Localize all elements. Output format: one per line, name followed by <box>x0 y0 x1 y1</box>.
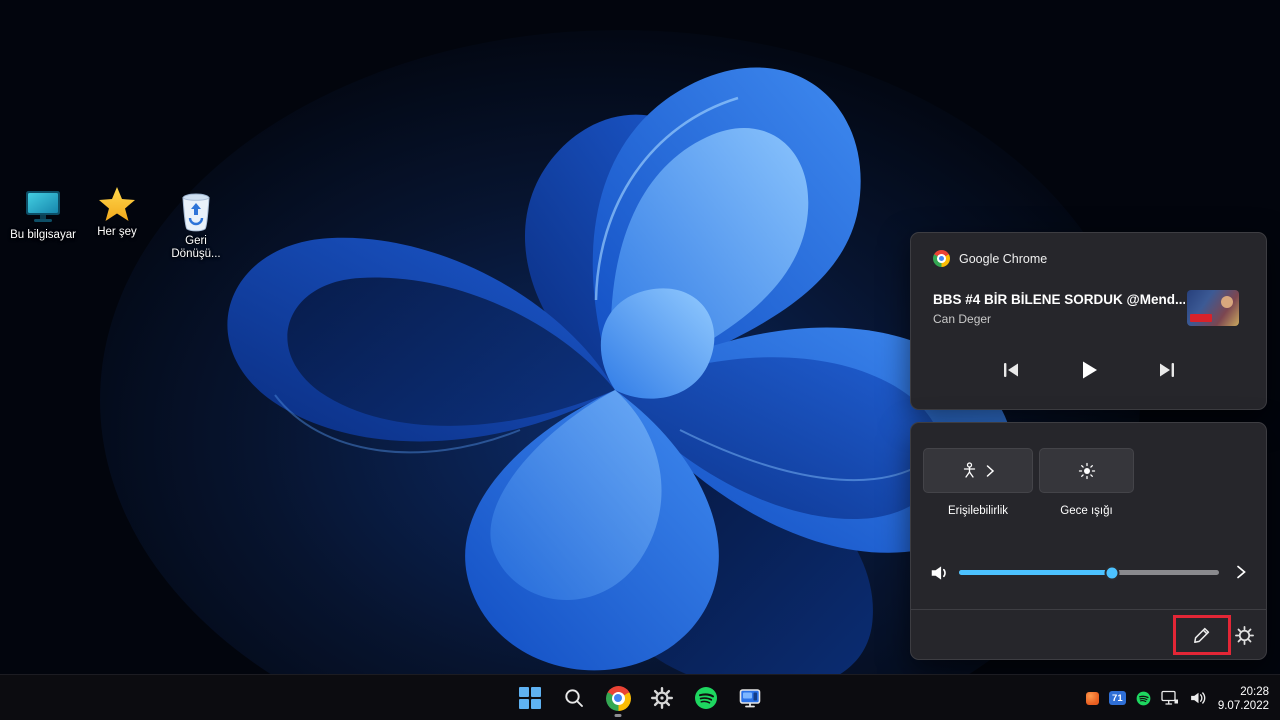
highlight-box <box>1173 615 1231 655</box>
taskbar-center <box>510 678 770 718</box>
start-logo-square <box>519 687 529 697</box>
play-icon <box>1082 361 1097 379</box>
running-indicator <box>614 714 622 717</box>
chevron-right-icon <box>986 464 995 477</box>
divider <box>911 609 1266 610</box>
chrome-taskbar-button[interactable] <box>598 678 638 718</box>
audio-output-chevron[interactable] <box>1232 562 1250 582</box>
screen-capture-taskbar-button[interactable] <box>730 678 770 718</box>
quick-settings-panel: Erişilebilirlik Gece ışığı <box>910 422 1267 660</box>
chevron-right-icon <box>1237 565 1246 579</box>
start-logo-square <box>531 687 541 697</box>
accessibility-label: Erişilebilirlik <box>947 505 1009 517</box>
accessibility-tile[interactable] <box>923 448 1033 493</box>
tray-date: 9.07.2022 <box>1217 700 1269 712</box>
volume-tray-button[interactable] <box>1184 681 1212 715</box>
media-controls <box>911 353 1266 387</box>
media-flyout: Google Chrome BBS #4 BİR BİLENE SORDUK @… <box>910 232 1267 410</box>
desktop-icon-label: Bu bilgisayar <box>10 229 76 241</box>
network-icon <box>1161 690 1178 705</box>
desktop-icon-label: Her şey <box>97 226 137 238</box>
media-thumbnail[interactable] <box>1187 290 1239 326</box>
volume-slider-thumb[interactable] <box>1104 565 1120 580</box>
taskbar: 71 20:28 9.07.2022 <box>0 674 1280 720</box>
spotify-taskbar-button[interactable] <box>686 678 726 718</box>
system-tray: 71 20:28 9.07.2022 <box>1081 675 1278 720</box>
next-track-button[interactable] <box>1149 353 1185 387</box>
start-button[interactable] <box>510 678 550 718</box>
thumbnail-decor <box>1221 296 1233 308</box>
search-button[interactable] <box>554 678 594 718</box>
previous-track-button[interactable] <box>993 353 1029 387</box>
recycle-bin-icon <box>182 193 210 232</box>
media-title: BBS #4 BİR BİLENE SORDUK @Mend... <box>933 292 1185 307</box>
desktop-icon-label: Geri Dönüşü... <box>171 235 221 260</box>
star-icon <box>99 187 135 221</box>
tray-battery-button[interactable]: 71 <box>1104 681 1131 715</box>
spotify-icon <box>695 687 717 709</box>
media-artist: Can Deger <box>933 312 992 326</box>
desktop: Bu bilgisayar Her şey Geri Dönüşü... Goo… <box>0 0 1280 720</box>
night-light-icon <box>1078 462 1095 479</box>
night-light-label: Gece ışığı <box>1060 505 1113 517</box>
spotify-icon <box>1136 691 1151 705</box>
chrome-icon <box>933 250 950 267</box>
play-button[interactable] <box>1071 353 1107 387</box>
gear-icon <box>651 687 673 709</box>
volume-slider-fill <box>959 570 1113 575</box>
desktop-icon-this-pc[interactable]: Bu bilgisayar <box>6 188 80 242</box>
battery-badge: 71 <box>1108 691 1126 705</box>
edit-quick-settings-button[interactable] <box>1182 620 1222 650</box>
gear-icon <box>1234 625 1254 645</box>
orange-app-icon <box>1085 691 1099 705</box>
pencil-icon <box>1194 627 1210 643</box>
search-icon <box>565 689 583 707</box>
windows-logo-icon <box>519 687 541 709</box>
tray-spotify-button[interactable] <box>1131 681 1156 715</box>
network-button[interactable] <box>1156 681 1184 715</box>
tray-app-button[interactable] <box>1081 681 1104 715</box>
night-light-tile[interactable] <box>1039 448 1134 493</box>
media-flyout-header: Google Chrome <box>933 250 1047 267</box>
volume-slider[interactable] <box>959 565 1219 580</box>
desktop-icon-recycle-bin[interactable]: Geri Dönüşü... <box>160 190 232 261</box>
clock[interactable]: 20:28 9.07.2022 <box>1212 683 1278 713</box>
media-app-name: Google Chrome <box>959 251 1048 266</box>
start-logo-square <box>531 699 541 709</box>
start-logo-square <box>519 699 529 709</box>
thumbnail-decor <box>1190 314 1212 322</box>
settings-button[interactable] <box>1233 624 1255 646</box>
chrome-icon <box>605 685 631 711</box>
accessibility-icon <box>963 462 976 478</box>
desktop-icon-her-sey[interactable]: Her şey <box>80 186 154 239</box>
volume-icon <box>931 566 946 580</box>
monitor-app-icon <box>739 689 761 708</box>
speaker-icon <box>1190 692 1206 704</box>
next-icon <box>1159 363 1174 377</box>
this-pc-icon <box>26 191 60 222</box>
settings-taskbar-button[interactable] <box>642 678 682 718</box>
previous-icon <box>1003 363 1018 377</box>
tray-time: 20:28 <box>1240 686 1269 698</box>
